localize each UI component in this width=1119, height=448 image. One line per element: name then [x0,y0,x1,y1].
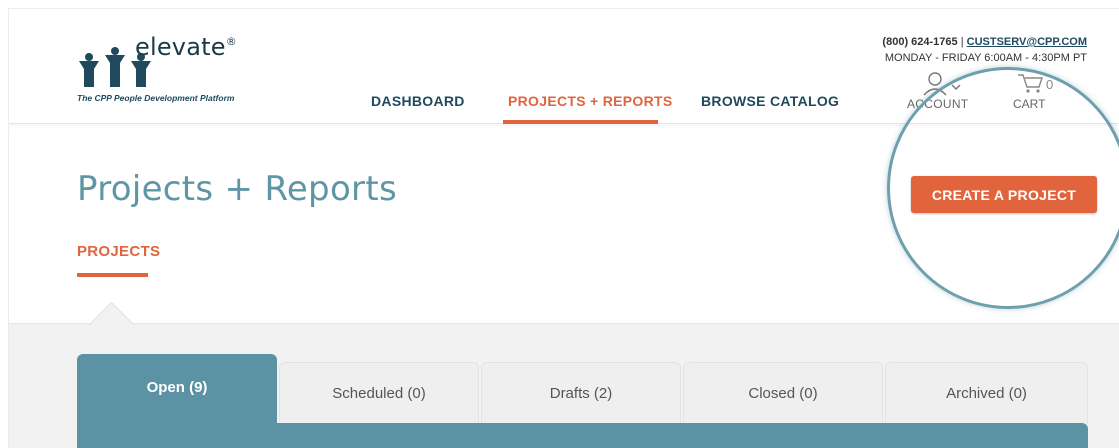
contact-hours: MONDAY - FRIDAY 6:00AM - 4:30PM PT [884,52,1087,64]
account-label: ACCOUNT [907,97,969,111]
tab-archived[interactable]: Archived (0) [885,362,1088,424]
logo-tagline: The CPP People Development Platform [77,93,235,103]
tab-pointer-notch [87,299,135,325]
contact-separator: | [960,36,964,48]
account-menu[interactable]: ACCOUNT [907,71,977,119]
nav-dashboard[interactable]: DASHBOARD [371,93,465,109]
page-title: Projects + Reports [77,169,397,209]
contact-phone[interactable]: (800) 624-1765 [882,36,957,48]
nav-projects-reports[interactable]: PROJECTS + REPORTS [508,93,673,109]
tab-drafts[interactable]: Drafts (2) [481,362,681,424]
tab-closed[interactable]: Closed (0) [683,362,883,424]
cart-label: CART [1013,97,1046,111]
cart-count: 0 [1046,77,1054,92]
nav-active-underline [503,120,658,124]
tab-content-header-bar [77,423,1088,448]
cart-icon [1018,74,1043,93]
tab-projects[interactable]: PROJECTS [77,243,160,260]
tab-scheduled[interactable]: Scheduled (0) [279,362,479,424]
contact-email-link[interactable]: CUSTSERV@CPP.COM [967,36,1087,48]
cart-link[interactable]: 0 CART [1012,71,1072,119]
create-project-button[interactable]: CREATE A PROJECT [911,176,1097,213]
browser-frame: elevate® The CPP People Development Plat… [8,8,1119,448]
elevate-logo[interactable]: elevate® The CPP People Development Plat… [77,33,257,108]
tab-open[interactable]: Open (9) [77,354,277,428]
logo-wordmark: elevate® [135,33,237,61]
contact-info: (800) 624-1765 | CUSTSERV@CPP.COM MONDAY… [882,34,1087,66]
projects-tab-underline [77,273,148,277]
nav-browse-catalog[interactable]: BROWSE CATALOG [701,93,839,109]
site-header: elevate® The CPP People Development Plat… [9,9,1119,124]
